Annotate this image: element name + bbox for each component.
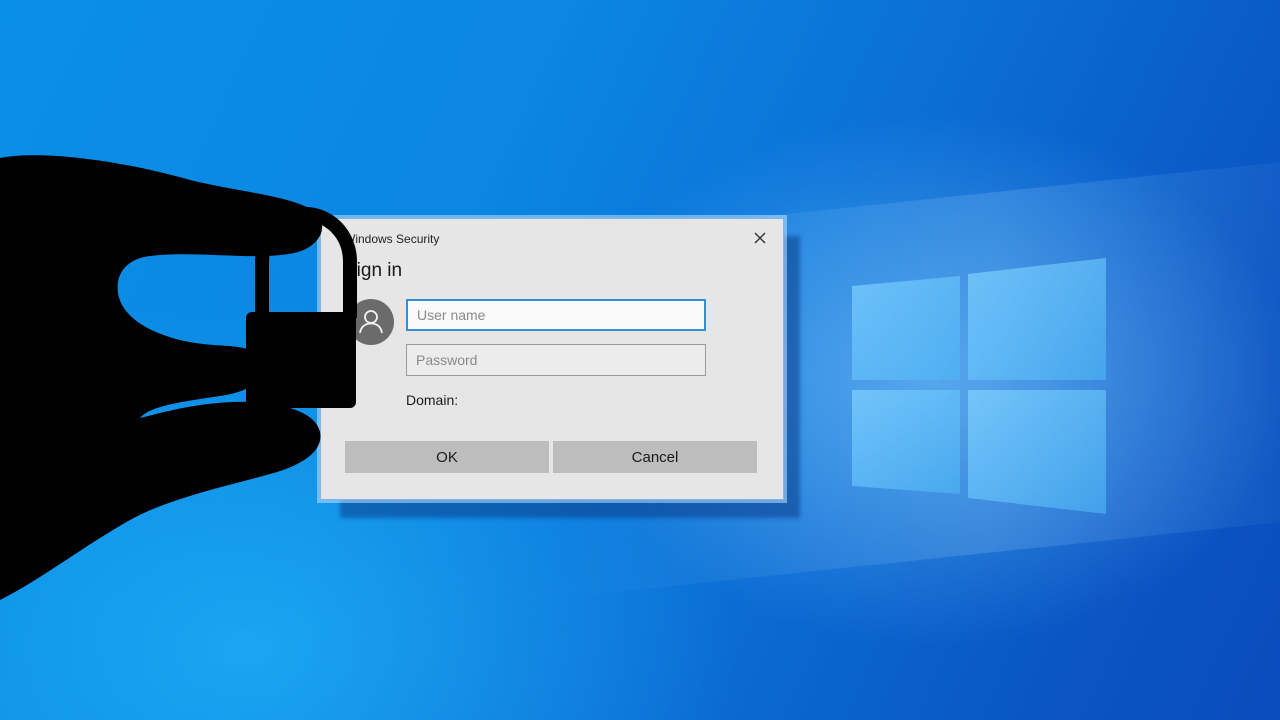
domain-label: Domain:: [406, 392, 459, 408]
dialog-title: Windows Security: [344, 232, 440, 246]
cancel-button[interactable]: Cancel: [553, 441, 757, 473]
user-avatar-icon: [348, 299, 394, 345]
sign-in-heading: Sign in: [344, 260, 403, 281]
ok-button[interactable]: OK: [345, 441, 549, 473]
windows-logo-icon: [852, 258, 1106, 514]
close-icon: [754, 232, 766, 244]
username-input[interactable]: [406, 299, 706, 331]
windows-security-dialog: Windows Security Sign in Domain: OK Canc…: [320, 218, 784, 500]
close-button[interactable]: [751, 229, 769, 247]
password-input[interactable]: [406, 344, 706, 376]
